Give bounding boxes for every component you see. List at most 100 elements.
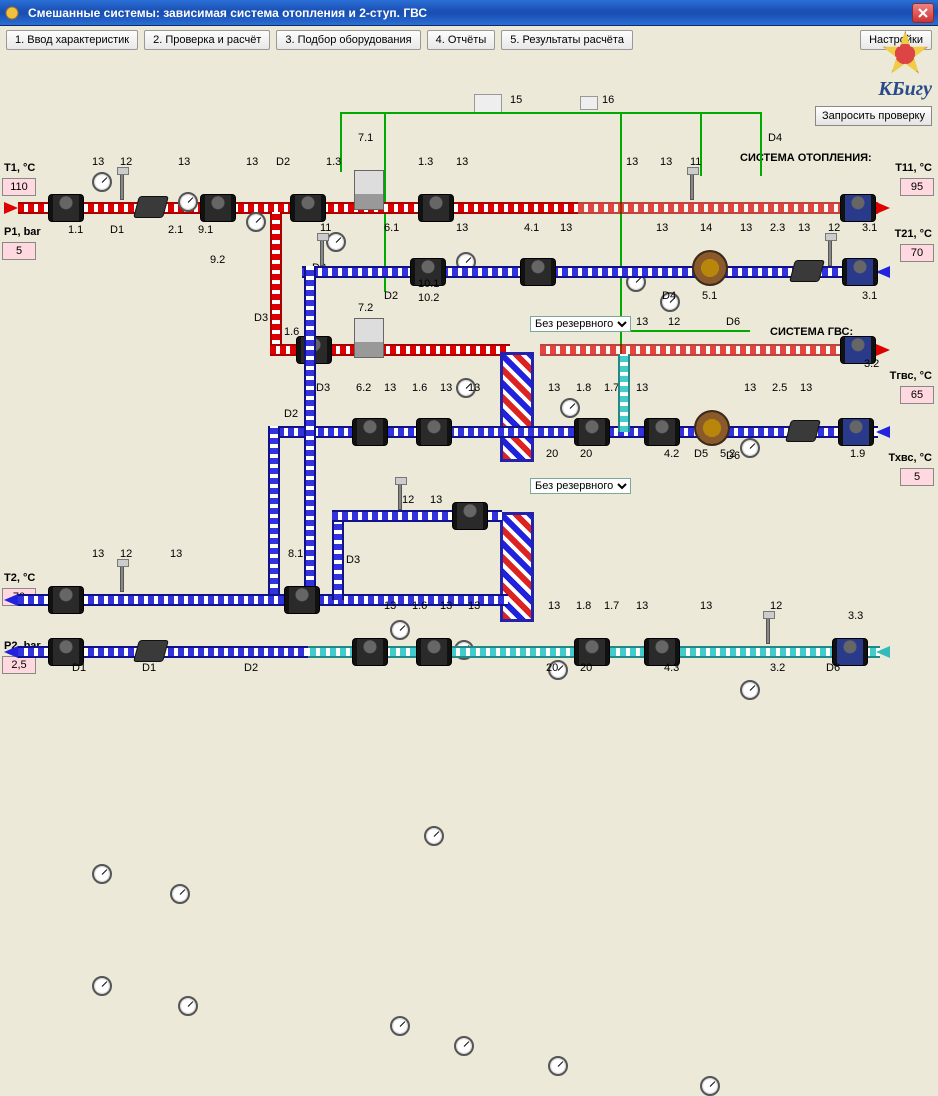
value-T11[interactable]: 95	[900, 178, 934, 196]
lbl1_7a: 1.7	[604, 382, 619, 394]
valve-gvs-out	[840, 336, 876, 364]
gauge-g4	[740, 680, 760, 700]
pump-heating	[692, 250, 728, 286]
lbl13q3: 13	[700, 600, 712, 612]
lbl13f: 13	[456, 222, 468, 234]
pump-gvs	[694, 410, 730, 446]
valve-c0	[48, 638, 84, 666]
lblD2c: D2	[384, 290, 398, 302]
lbl13o: 13	[430, 494, 442, 506]
value-Tgvs[interactable]: 65	[900, 386, 934, 404]
lbl13j: 13	[548, 382, 560, 394]
select-reserve-2[interactable]: Без резервного	[530, 478, 631, 494]
lbl13d2: 13	[626, 156, 638, 168]
strainer-c0	[133, 640, 169, 662]
lblD6a: D6	[726, 316, 740, 328]
lbl6_1: 6.1	[384, 222, 399, 234]
close-button[interactable]	[912, 3, 934, 23]
gauge-r1	[92, 864, 112, 884]
valve-c3	[574, 638, 610, 666]
valve-c4	[644, 638, 680, 666]
lbl13c: 13	[246, 156, 258, 168]
device-16	[580, 96, 598, 110]
lbl1_7b: 1.7	[604, 600, 619, 612]
lbl1_8a: 1.8	[576, 382, 591, 394]
dropdown-reserve-1[interactable]: Без резервного	[530, 316, 631, 332]
valve-r2	[520, 258, 556, 286]
sensor-2	[690, 172, 694, 200]
value-P1[interactable]: 5	[2, 242, 36, 260]
lbl10_2: 10.2	[418, 292, 439, 304]
gauge-c3	[548, 1056, 568, 1076]
valve-g5	[838, 418, 874, 446]
lblD5: D5	[694, 448, 708, 460]
sensor-r1	[120, 564, 124, 592]
gauge-9	[740, 438, 760, 458]
valve-g2	[416, 418, 452, 446]
valve-3	[418, 194, 454, 222]
tab-input[interactable]: 1. Ввод характеристик	[6, 30, 138, 50]
heat-exchanger-1	[500, 352, 534, 462]
window-title: Смешанные системы: зависимая система ото…	[24, 6, 912, 20]
close-icon	[918, 8, 928, 18]
label-T11: T11, °C	[895, 162, 932, 174]
gauge-g1	[390, 620, 410, 640]
value-P2[interactable]: 2,5	[2, 656, 36, 674]
valve-c5	[832, 638, 868, 666]
lbl13q2: 13	[636, 600, 648, 612]
lbl1_3b: 1.3	[418, 156, 433, 168]
value-T21[interactable]: 70	[900, 244, 934, 262]
gauge-c0b	[178, 996, 198, 1016]
lblD2a: D2	[276, 156, 290, 168]
gauge-6	[660, 292, 680, 312]
main-toolbar: 1. Ввод характеристик 2. Проверка и расч…	[0, 26, 938, 54]
app-icon	[4, 5, 20, 21]
gauge-r2	[170, 884, 190, 904]
gauge-1	[92, 172, 112, 192]
value-T1[interactable]: 110	[2, 178, 36, 196]
lbl-15: 15	[510, 94, 522, 106]
actuator-1	[354, 170, 384, 210]
valve-g3	[574, 418, 610, 446]
regulator-return	[284, 586, 320, 614]
lbl20a2: 20	[580, 448, 592, 460]
lbl1_6b: 1.6	[412, 382, 427, 394]
valve-g1	[352, 418, 388, 446]
lblD1a: D1	[110, 224, 124, 236]
sensor-4	[828, 238, 832, 266]
lbl1_9: 1.9	[850, 448, 865, 460]
lbl20a: 20	[546, 448, 558, 460]
lbl13k: 13	[744, 382, 756, 394]
lbl13j1: 13	[636, 382, 648, 394]
gauge-7	[456, 378, 476, 398]
valve-c1	[352, 638, 388, 666]
lbl1_8b: 1.8	[576, 600, 591, 612]
label-Thvs: Тхвс, °C	[889, 452, 932, 464]
lbl13b: 13	[178, 156, 190, 168]
label-T2: T2, °C	[4, 572, 35, 584]
select-reserve-1[interactable]: Без резервного	[530, 316, 631, 332]
lbl9_1: 9.1	[198, 224, 213, 236]
lbl13i1: 13	[440, 382, 452, 394]
label-P1: P1, bar	[4, 226, 41, 238]
piping-diagram: T1, °C 110 P1, bar 5 T2, °C 70 P2, bar 2…	[0, 54, 938, 694]
valve-return-in	[842, 258, 878, 286]
strainer-3	[785, 420, 821, 442]
lblD4a: D4	[768, 132, 782, 144]
lbl13e: 13	[660, 156, 672, 168]
lbl13g: 13	[656, 222, 668, 234]
dropdown-reserve-2[interactable]: Без резервного	[530, 478, 631, 494]
value-Thvs[interactable]: 5	[900, 468, 934, 486]
gauge-c4	[700, 1076, 720, 1096]
tab-check[interactable]: 2. Проверка и расчёт	[144, 30, 270, 50]
gauge-3	[246, 212, 266, 232]
lbl-16: 16	[602, 94, 614, 106]
tab-equipment[interactable]: 3. Подбор оборудования	[276, 30, 420, 50]
label-T21: T21, °C	[895, 228, 932, 240]
gauge-7b	[560, 398, 580, 418]
tab-results[interactable]: 5. Результаты расчёта	[501, 30, 633, 50]
lbl2_1: 2.1	[168, 224, 183, 236]
sensor-s1	[398, 482, 402, 510]
tab-reports[interactable]: 4. Отчёты	[427, 30, 496, 50]
lbl13i: 13	[384, 382, 396, 394]
